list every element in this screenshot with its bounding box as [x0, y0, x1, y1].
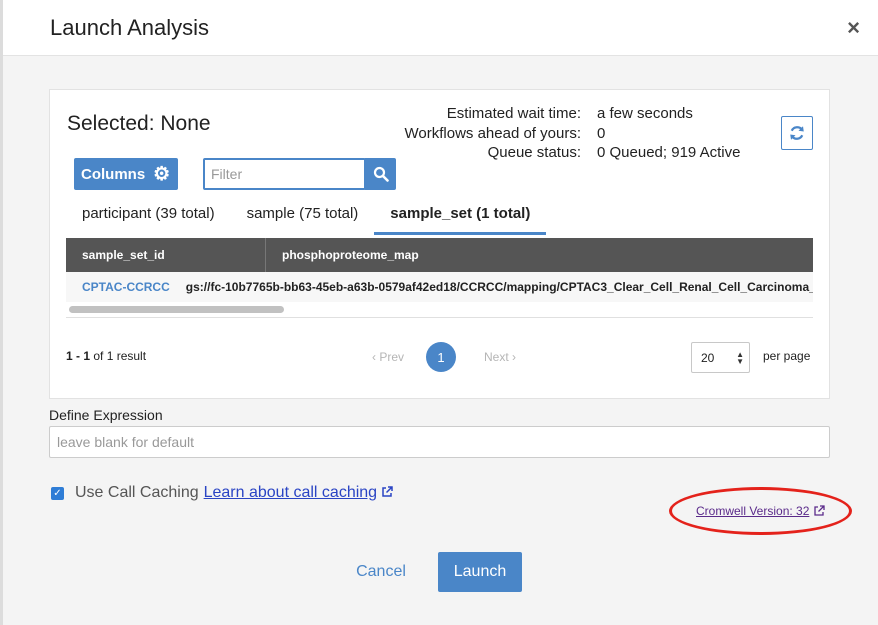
result-count: 1 - 1 of 1 result	[66, 349, 146, 363]
call-caching-link-text: Learn about call caching	[203, 484, 378, 501]
search-icon	[373, 166, 389, 182]
call-caching-option: ✓ Use Call Caching Learn about call cach…	[51, 484, 393, 502]
entity-selection-panel: Selected: None Estimated wait time: a fe…	[49, 89, 830, 399]
queue-ahead-label: Workflows ahead of yours:	[404, 124, 581, 142]
prev-page-button[interactable]: ‹ Prev	[372, 350, 404, 364]
page-number-button[interactable]: 1	[426, 342, 457, 372]
selected-count: Selected: None	[67, 112, 211, 135]
cancel-button[interactable]: Cancel	[343, 552, 419, 592]
result-range: 1 - 1	[66, 349, 91, 363]
queue-status-label: Queue status:	[487, 144, 581, 161]
table-header: sample_set_id phosphoproteome_map	[66, 238, 813, 272]
column-header-phosphoproteome-map[interactable]: phosphoproteome_map	[266, 238, 813, 272]
entity-table: sample_set_id phosphoproteome_map CPTAC-…	[66, 238, 813, 318]
table-row[interactable]: CPTAC-CCRCC gs://fc-10b7765b-bb63-45eb-a…	[66, 272, 813, 302]
refresh-icon	[790, 126, 804, 140]
call-caching-label: Use Call Caching	[75, 484, 199, 501]
horizontal-scrollbar[interactable]	[66, 302, 813, 318]
external-link-icon	[382, 486, 393, 497]
launch-button[interactable]: Launch	[438, 552, 522, 592]
queue-status-value: 0 Queued; 919 Active	[597, 144, 741, 161]
entity-type-tabs: participant (39 total) sample (75 total)…	[66, 201, 547, 235]
modal-title: Launch Analysis	[50, 15, 209, 40]
next-page-button[interactable]: Next ›	[484, 350, 516, 364]
close-icon[interactable]: ×	[847, 17, 860, 39]
queue-wait-label: Estimated wait time:	[446, 105, 581, 122]
queue-ahead-row: Workflows ahead of yours: 0	[400, 124, 740, 144]
per-page-label: per page	[763, 349, 811, 363]
per-page-select[interactable]: 20 ▲ ▼	[691, 342, 750, 373]
queue-wait-value: a few seconds	[597, 105, 693, 122]
cell-phosphoproteome-map: gs://fc-10b7765b-bb63-45eb-a63b-0579af42…	[185, 280, 813, 294]
per-page-value: 20	[701, 350, 715, 365]
refresh-button[interactable]	[781, 116, 813, 150]
queue-status-row: Queue status: 0 Queued; 919 Active	[400, 143, 741, 163]
search-button[interactable]	[365, 158, 396, 190]
call-caching-help-link[interactable]: Learn about call caching	[204, 484, 393, 502]
column-header-sample-set-id[interactable]: sample_set_id	[66, 238, 266, 272]
select-arrows-icon: ▲ ▼	[736, 350, 744, 366]
result-total: of 1 result	[93, 349, 147, 363]
tab-participant[interactable]: participant (39 total)	[66, 201, 231, 235]
tab-sample-set[interactable]: sample_set (1 total)	[374, 201, 547, 235]
queue-wait-row: Estimated wait time: a few seconds	[400, 104, 740, 124]
tab-sample[interactable]: sample (75 total)	[231, 201, 375, 235]
gear-icon: ⚙	[153, 163, 171, 185]
columns-button[interactable]: Columns ⚙	[74, 158, 178, 190]
define-expression-input[interactable]	[49, 426, 830, 458]
call-caching-checkbox[interactable]: ✓	[51, 486, 64, 500]
queue-ahead-value: 0	[597, 124, 606, 142]
columns-button-label: Columns	[81, 165, 146, 183]
background-page-edge	[0, 0, 3, 625]
queue-info: Estimated wait time: a few seconds Workf…	[400, 104, 741, 163]
scrollbar-thumb[interactable]	[69, 306, 284, 313]
pagination: ‹ Prev 1 Next ›	[372, 342, 516, 372]
cell-sample-set-id[interactable]: CPTAC-CCRCC	[66, 272, 170, 302]
modal-header: Launch Analysis ×	[3, 0, 878, 56]
filter-input[interactable]	[203, 158, 366, 190]
annotation-highlight-ellipse	[669, 487, 852, 535]
define-expression-label: Define Expression	[49, 407, 163, 423]
